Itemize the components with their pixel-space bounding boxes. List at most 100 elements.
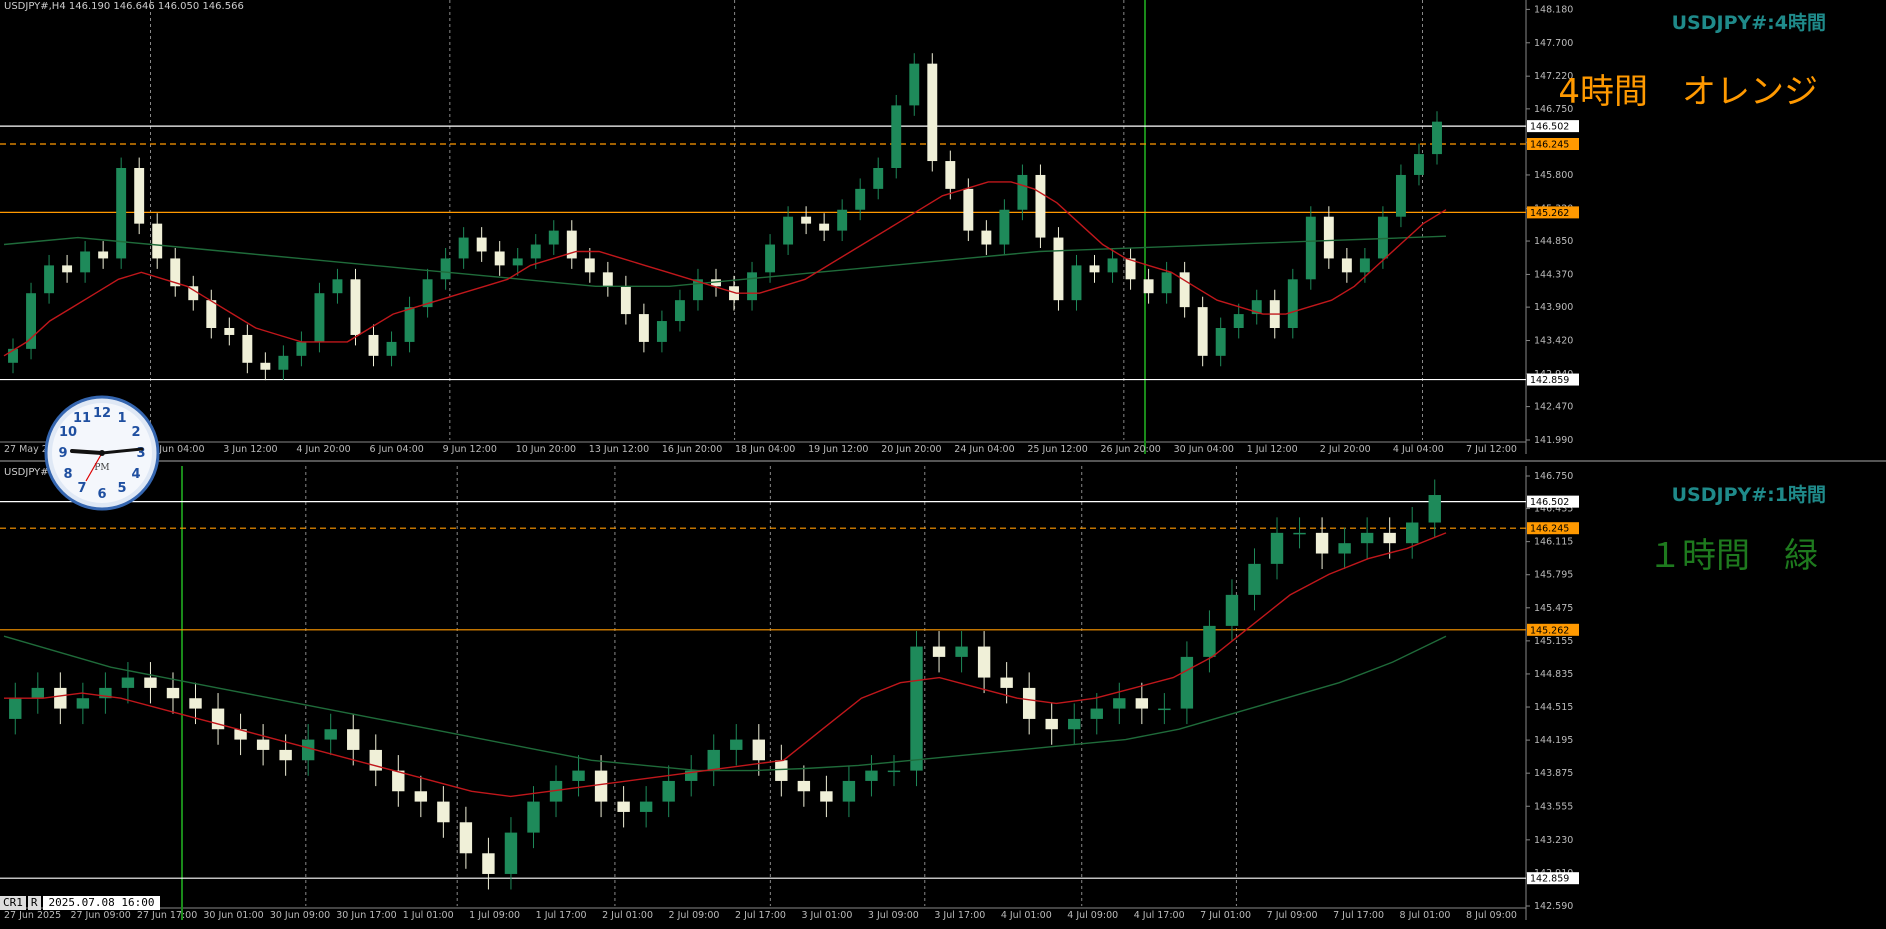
x-tick-label: 27 Jun 09:00 [70,910,130,921]
candle-body [386,341,397,356]
y-tick-label: 143.875 [1534,768,1573,779]
status-datetime: 2025.07.08 16:00 [42,896,161,910]
candle-body [314,293,325,342]
candle-body [837,209,848,231]
h4-chart-pane[interactable]: 148.180147.700147.220146.750146.270145.8… [0,0,1886,462]
h4-symbol-label: USDJPY#:4時間 [1671,12,1826,34]
y-tick-label: 141.990 [1534,435,1573,446]
price-tag-label: 142.859 [1530,874,1569,885]
x-tick-label: 18 Jun 04:00 [735,444,795,455]
svg-text:4: 4 [131,467,140,482]
candle-body [1017,174,1028,210]
candle-body [54,687,67,709]
x-tick-label: 4 Jul 04:00 [1393,444,1444,455]
candle-body [134,168,145,224]
candle-body [392,770,405,792]
h4-ohlc-readout: USDJPY#,H4 146.190 146.646 146.050 146.5… [4,1,244,12]
candle-body [765,244,776,273]
candle-body [1180,656,1194,709]
y-tick-label: 142.590 [1534,901,1573,912]
x-tick-label: 7 Jul 01:00 [1200,910,1251,921]
svg-text:7: 7 [77,481,86,496]
candle-body [476,237,487,252]
candle-body [1428,495,1441,523]
y-tick-label: 145.475 [1534,603,1573,614]
candle-body [527,801,540,833]
x-tick-label: 7 Jul 12:00 [1466,444,1517,455]
x-tick-label: 6 Jun 04:00 [370,444,424,455]
ma-green-line [3,635,1447,772]
svg-text:5: 5 [117,481,126,496]
candle-body [1107,258,1118,273]
candle-body [977,646,991,678]
candle-body [458,237,469,259]
y-tick-label: 144.370 [1534,269,1573,280]
price-tag-label: 146.502 [1530,497,1569,508]
candle-body [945,161,956,189]
candle-body [301,739,315,761]
candle-body [1197,307,1208,356]
candle-body [1090,708,1103,719]
x-tick-label: 20 Jun 20:00 [881,444,941,455]
x-tick-label: 1 Jul 01:00 [403,910,454,921]
x-tick-label: 2 Jul 17:00 [735,910,786,921]
x-tick-label: 3 Jun 12:00 [223,444,277,455]
candle-body [494,251,505,266]
y-tick-label: 143.555 [1534,801,1573,812]
h1-chart-pane[interactable]: 146.750 146.435 146.115 145.795 145.475 145.1… [0,466,1886,929]
candle-body [1270,532,1284,564]
x-tick-label: 25 Jun 12:00 [1027,444,1087,455]
candle-body [482,853,495,874]
price-tag-label: 146.245 [1530,140,1569,151]
candle-body [1203,625,1216,657]
candle-body [332,279,343,294]
candle-body [752,739,765,761]
svg-text:6: 6 [97,487,106,502]
candle-body [324,729,337,740]
x-tick-label: 1 Jul 17:00 [536,910,587,921]
candle-body [730,739,743,750]
candle-body [638,314,649,342]
x-tick-label: 4 Jun 20:00 [296,444,350,455]
x-tick-label: 8 Jul 01:00 [1400,910,1451,921]
status-tag-r[interactable]: R [27,896,41,910]
candle-body [1225,594,1239,626]
candle-body [999,209,1010,245]
candle-body [76,698,90,709]
h1-chart-svg[interactable]: 146.750146.435146.115145.795145.475145.1… [0,466,1886,929]
candle-body [1071,265,1082,301]
analog-clock-widget[interactable]: 12 1 2 345 678 9 10 11 PM [44,395,160,511]
candle-body [1000,677,1013,688]
svg-text:PM: PM [94,463,109,473]
x-tick-label: 30 Jun 01:00 [203,910,263,921]
candle-body [620,286,631,315]
candle-body [1143,279,1154,294]
candle-body [842,780,856,802]
candle-body [279,749,292,761]
y-tick-label: 143.230 [1534,835,1573,846]
x-tick-label: 30 Jun 17:00 [336,910,396,921]
y-tick-label: 145.155 [1534,636,1573,647]
svg-text:9: 9 [58,446,67,461]
x-tick-label: 30 Jun 09:00 [270,910,330,921]
x-tick-label: 1 Jul 12:00 [1247,444,1298,455]
candle-body [260,362,271,370]
candle-body [927,63,938,162]
candle-body [1377,216,1388,259]
price-tag-label: 145.262 [1530,208,1569,219]
x-tick-label: 10 Jun 20:00 [516,444,576,455]
candle-body [404,307,415,342]
svg-text:1: 1 [117,411,126,426]
x-tick-label: 27 Jun 2025 [4,910,61,921]
x-tick-label: 27 Jun 17:00 [137,910,197,921]
x-tick-label: 4 Jul 09:00 [1067,910,1118,921]
x-tick-label: 2 Jul 09:00 [669,910,720,921]
h4-note: 4時間 オレンジ [1558,72,1818,112]
candle-body [797,780,811,792]
candle-body [116,168,127,259]
candle-body [1113,698,1126,709]
ma-red-line [4,532,1447,798]
candle-body [440,258,451,280]
status-tag-cr1[interactable]: CR1 [0,896,26,910]
y-tick-label: 145.795 [1534,570,1573,581]
